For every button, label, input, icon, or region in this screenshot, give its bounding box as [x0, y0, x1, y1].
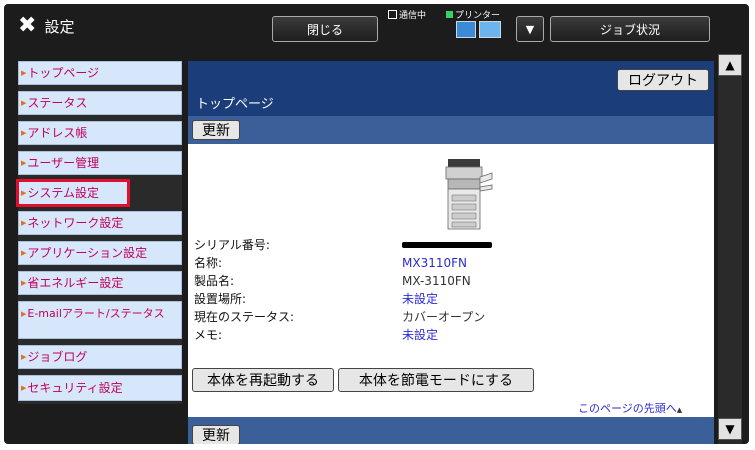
serial-number-label: シリアル番号:: [194, 238, 270, 252]
sidebar-item-label: E-mailアラート/ステータス: [27, 307, 165, 320]
printer-icon: [456, 21, 476, 38]
logout-button[interactable]: ログアウト: [617, 69, 709, 91]
current-status-value: カバーオープン: [402, 310, 486, 324]
status-dropdown-button[interactable]: ▼: [516, 16, 544, 42]
refresh-button[interactable]: 更新: [192, 120, 240, 140]
arrow-right-icon: ▶: [21, 279, 27, 287]
bottom-update-bar: 更新: [188, 417, 714, 444]
sidebar-item-label: ジョブログ: [27, 350, 88, 364]
memo-label: メモ:: [194, 328, 223, 342]
device-status: 通信中 プリンター: [388, 8, 516, 44]
main-panel: トップページ ログアウト 更新 シリアル番号: 名称: MX3110FN 製品名…: [188, 61, 714, 444]
sidebar-item-user-management[interactable]: ▶ ユーザー管理: [18, 151, 182, 175]
close-button[interactable]: 閉じる: [272, 16, 378, 42]
wrench-screwdriver-icon: ✖: [18, 13, 37, 38]
product-name-value: MX-3110FN: [402, 274, 471, 288]
printer-indicator: プリンター: [446, 8, 500, 21]
name-label: 名称:: [194, 256, 223, 270]
sidebar-item-top-page[interactable]: ▶ トップページ: [18, 61, 182, 85]
arrow-right-icon: ▶: [21, 69, 27, 77]
arrow-right-icon: ▶: [21, 189, 27, 197]
sidebar-item-label: システム設定: [27, 186, 100, 200]
triangle-up-icon: ▲: [725, 58, 735, 72]
scroll-down-button[interactable]: ▼: [718, 418, 742, 440]
app-window: ✖ 設定 閉じる 通信中 プリンター ▼ ジョブ状況 ▶ トップページ ▶ ステ…: [4, 4, 749, 444]
arrow-right-icon: ▶: [21, 99, 27, 107]
triangle-down-icon: ▼: [525, 22, 535, 36]
current-status-label: 現在のステータス:: [194, 310, 295, 324]
sidebar-item-email-alert[interactable]: ▶ E-mailアラート/ステータス: [18, 301, 182, 339]
sidebar-item-address-book[interactable]: ▶ アドレス帳: [18, 121, 182, 145]
page-top-link-text: このページの先頭へ: [578, 402, 677, 415]
serial-number-redacted: [402, 242, 492, 248]
printer-status-icons: [456, 21, 501, 38]
location-label: 設置場所:: [194, 292, 247, 306]
sidebar-item-label: 省エネルギー設定: [27, 276, 124, 290]
page-top-link[interactable]: このページの先頭へ▲: [578, 400, 682, 416]
sidebar-item-system-settings[interactable]: ▶ システム設定: [16, 179, 130, 207]
reboot-button[interactable]: 本体を再起動する: [192, 368, 334, 392]
arrow-right-icon: ▶: [21, 384, 27, 392]
sidebar-item-label: ステータス: [27, 96, 88, 110]
top-bar: ✖ 設定 閉じる 通信中 プリンター ▼ ジョブ状況: [4, 4, 749, 48]
refresh-button-bottom[interactable]: 更新: [192, 425, 240, 444]
triangle-down-icon: ▼: [725, 422, 735, 436]
monitor-icon: [479, 21, 501, 38]
sidebar-item-application-settings[interactable]: ▶ アプリケーション設定: [18, 241, 182, 265]
scrollbar[interactable]: ▲ ▼: [718, 54, 742, 444]
sidebar-item-job-log[interactable]: ▶ ジョブログ: [18, 345, 182, 369]
product-name-label: 製品名:: [194, 274, 235, 288]
sidebar-item-label: ユーザー管理: [27, 156, 100, 170]
arrow-up-icon: ▲: [676, 406, 683, 414]
location-value-link[interactable]: 未設定: [402, 292, 438, 306]
comm-indicator: 通信中: [388, 8, 426, 21]
page-title: トップページ: [196, 97, 274, 112]
sidebar-item-label: ネットワーク設定: [27, 216, 124, 230]
job-status-button[interactable]: ジョブ状況: [550, 16, 710, 42]
sidebar-item-security-settings[interactable]: ▶ セキュリティ設定: [18, 375, 182, 401]
memo-value-link[interactable]: 未設定: [402, 328, 438, 342]
comm-label: 通信中: [399, 11, 427, 21]
arrow-right-icon: ▶: [21, 219, 27, 227]
sidebar-item-label: セキュリティ設定: [27, 381, 123, 395]
arrow-right-icon: ▶: [21, 310, 27, 318]
arrow-right-icon: ▶: [21, 353, 27, 361]
scroll-up-button[interactable]: ▲: [718, 54, 742, 76]
printer-device-icon: [445, 159, 493, 230]
sidebar-item-network-settings[interactable]: ▶ ネットワーク設定: [18, 211, 182, 235]
app-title-text: 設定: [44, 17, 75, 36]
comm-indicator-icon: [388, 10, 397, 19]
arrow-right-icon: ▶: [21, 249, 27, 257]
sidebar-item-label: アプリケーション設定: [27, 246, 148, 260]
power-save-button[interactable]: 本体を節電モードにする: [338, 368, 534, 392]
sidebar: ▶ トップページ ▶ ステータス ▶ アドレス帳 ▶ ユーザー管理 ▶ システム…: [16, 61, 182, 404]
printer-label: プリンター: [455, 11, 501, 21]
app-title: ✖ 設定: [18, 13, 74, 39]
arrow-right-icon: ▶: [21, 159, 27, 167]
update-bar: 更新: [188, 116, 714, 144]
sidebar-item-label: トップページ: [27, 66, 100, 80]
sidebar-item-label: アドレス帳: [27, 126, 88, 140]
printer-indicator-icon: [446, 11, 453, 18]
title-bar: トップページ ログアウト: [188, 61, 714, 116]
sidebar-item-status[interactable]: ▶ ステータス: [18, 91, 182, 115]
sidebar-item-energy-saving[interactable]: ▶ 省エネルギー設定: [18, 271, 182, 295]
name-value-link[interactable]: MX3110FN: [402, 256, 467, 270]
arrow-right-icon: ▶: [21, 129, 27, 137]
